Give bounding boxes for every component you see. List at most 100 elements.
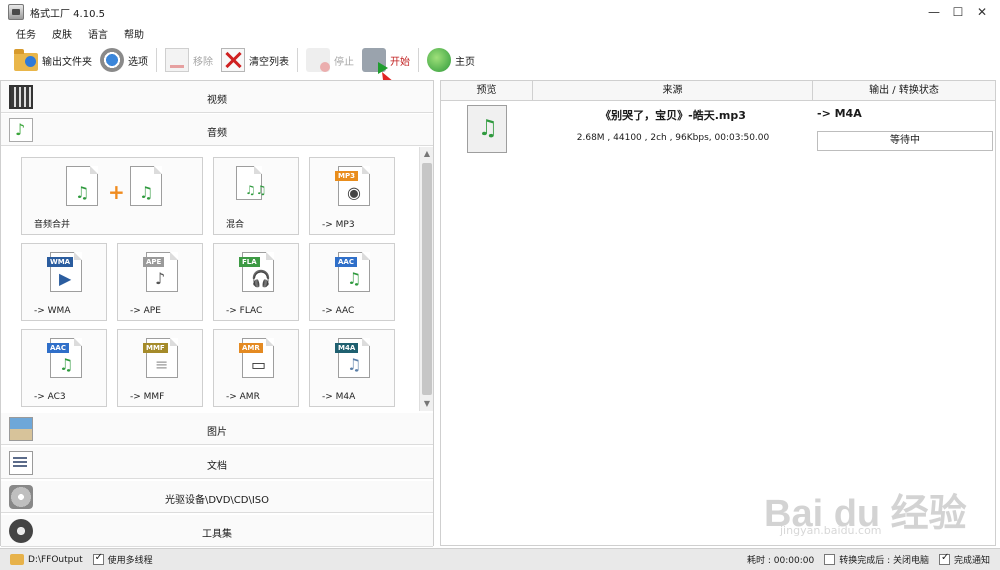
- column-source[interactable]: 来源: [533, 81, 813, 100]
- start-label: 开始: [390, 56, 410, 68]
- window-title: 格式工厂 4.10.5: [30, 8, 105, 20]
- clear-list-button[interactable]: 清空列表: [217, 46, 293, 74]
- m4a-file-icon: M4A ♫: [335, 338, 370, 378]
- output-format: -> M4A: [817, 107, 862, 120]
- home-button[interactable]: 主页: [423, 46, 479, 74]
- category-video-label: 视频: [207, 95, 227, 106]
- tile-label: -> MMF: [130, 392, 165, 402]
- tile-label: 混合: [226, 220, 245, 230]
- menu-help[interactable]: 帮助: [116, 26, 152, 41]
- toolbar-divider: [297, 48, 298, 72]
- category-disc[interactable]: 光驱设备\DVD\CD\ISO: [1, 481, 433, 513]
- menu-language[interactable]: 语言: [80, 26, 116, 41]
- tile-label: -> AC3: [34, 392, 66, 402]
- wma-file-icon: WMA ▶: [47, 252, 82, 292]
- minimize-button[interactable]: —: [922, 2, 946, 22]
- toolbar-divider: [156, 48, 157, 72]
- category-tools[interactable]: 工具集: [1, 515, 433, 547]
- category-disc-label: 光驱设备\DVD\CD\ISO: [164, 495, 270, 506]
- tile-to-flac[interactable]: FLA 🎧 -> FLAC: [213, 243, 299, 321]
- tile-label: -> AMR: [226, 392, 260, 402]
- category-audio[interactable]: 音频: [1, 114, 433, 146]
- category-video[interactable]: 视频: [1, 81, 433, 113]
- options-label: 选项: [128, 56, 148, 68]
- ac3-file-icon: AAC ♫: [47, 338, 82, 378]
- amr-file-icon: AMR ▭: [239, 338, 274, 378]
- folder-icon: [14, 49, 38, 71]
- mix-icon: ♫♫: [236, 166, 267, 200]
- menu-bar: 任务 皮肤 语言 帮助: [8, 24, 152, 42]
- tile-label: -> M4A: [322, 392, 356, 402]
- multithread-checkbox[interactable]: [92, 552, 104, 565]
- maximize-button[interactable]: ☐: [946, 2, 970, 22]
- tile-to-aac[interactable]: AAC ♫ -> AAC: [309, 243, 395, 321]
- plus-icon: +: [108, 180, 125, 204]
- home-label: 主页: [455, 56, 475, 68]
- scrollbar-thumb[interactable]: [422, 163, 432, 395]
- baidu-watermark-url: jingyan.baidu.com: [780, 524, 882, 537]
- ape-file-icon: APE ♪: [143, 252, 178, 292]
- clear-list-label: 清空列表: [249, 56, 289, 68]
- audio-tool-grid: ♫ + ♫ 音频合并 ♫♫ 混合 MP3 ◉ -> MP3 WMA ▶ -> WMA…: [1, 147, 419, 411]
- after-done-label: 转换完成后 : 关闭电脑: [839, 556, 929, 566]
- column-preview[interactable]: 预览: [441, 81, 533, 100]
- multithread-label: 使用多线程: [107, 556, 153, 566]
- status-bar: D:\FFOutput 使用多线程 耗时 : 00:00:00 转换完成后 : …: [0, 548, 1000, 570]
- notify-checkbox[interactable]: [938, 552, 950, 565]
- tile-to-m4a[interactable]: M4A ♫ -> M4A: [309, 329, 395, 407]
- aac-file-icon: AAC ♫: [335, 252, 370, 292]
- mmf-file-icon: MMF ≡: [143, 338, 178, 378]
- music-file-icon: ♫: [130, 166, 162, 206]
- toolbar-divider: [418, 48, 419, 72]
- scroll-down-arrow-icon[interactable]: ▼: [422, 399, 432, 409]
- tile-to-amr[interactable]: AMR ▭ -> AMR: [213, 329, 299, 407]
- output-folder-button[interactable]: 输出文件夹: [10, 46, 96, 74]
- stop-button[interactable]: 停止: [302, 46, 358, 74]
- close-button[interactable]: ✕: [970, 2, 994, 22]
- music-file-thumbnail-icon: ♫: [467, 105, 507, 153]
- gear-icon: [100, 48, 124, 72]
- window-controls: — ☐ ✕: [922, 2, 994, 22]
- tile-mix[interactable]: ♫♫ 混合: [213, 157, 299, 235]
- tile-to-mp3[interactable]: MP3 ◉ -> MP3: [309, 157, 395, 235]
- options-button[interactable]: 选项: [96, 46, 152, 74]
- tile-label: -> AAC: [322, 306, 355, 316]
- output-path[interactable]: D:\FFOutput: [28, 555, 83, 565]
- category-document-label: 文档: [207, 461, 227, 472]
- source-file-name: 《别哭了，宝贝》-皓天.mp3: [600, 109, 746, 122]
- tool-grid-scrollbar[interactable]: ▲ ▼: [419, 147, 433, 411]
- task-list-panel: 预览 来源 输出 / 转换状态 ♫ 《别哭了，宝贝》-皓天.mp3 2.68M …: [440, 80, 996, 546]
- status-badge[interactable]: 等待中: [817, 131, 993, 151]
- mp3-file-icon: MP3 ◉: [335, 166, 370, 206]
- category-audio-label: 音频: [207, 128, 227, 139]
- tile-to-mmf[interactable]: MMF ≡ -> MMF: [117, 329, 203, 407]
- scroll-up-arrow-icon[interactable]: ▲: [422, 149, 432, 159]
- after-done-checkbox[interactable]: [824, 554, 836, 565]
- category-picture-label: 图片: [207, 427, 227, 438]
- category-picture[interactable]: 图片: [1, 413, 433, 445]
- title-bar: 格式工厂 4.10.5 — ☐ ✕: [0, 0, 1000, 24]
- category-panel: 视频 音频 ♫ + ♫ 音频合并 ♫♫ 混合 MP3◉ -> MP3 WMA▶: [0, 80, 434, 547]
- tile-label: -> APE: [130, 306, 161, 316]
- tile-to-ac3[interactable]: AAC ♫ -> AC3: [21, 329, 107, 407]
- folder-icon: [10, 554, 24, 565]
- stop-icon: [306, 48, 330, 72]
- tile-label: -> MP3: [322, 220, 355, 230]
- tile-to-ape[interactable]: APE ♪ -> APE: [117, 243, 203, 321]
- toolbar: 输出文件夹 选项 移除 清空列表 停止 开始 主页: [0, 44, 1000, 76]
- tile-to-wma[interactable]: WMA ▶ -> WMA: [21, 243, 107, 321]
- tile-audio-merge[interactable]: ♫ + ♫ 音频合并: [21, 157, 203, 235]
- stop-label: 停止: [334, 56, 354, 68]
- globe-icon: [427, 48, 451, 72]
- remove-button[interactable]: 移除: [161, 46, 217, 74]
- output-folder-label: 输出文件夹: [42, 56, 92, 68]
- column-output-status[interactable]: 输出 / 转换状态: [813, 81, 995, 100]
- play-icon: [362, 48, 388, 74]
- flac-file-icon: FLA 🎧: [239, 252, 274, 292]
- menu-task[interactable]: 任务: [8, 26, 44, 41]
- category-document[interactable]: 文档: [1, 447, 433, 479]
- table-row[interactable]: ♫ 《别哭了，宝贝》-皓天.mp3 2.68M , 44100 , 2ch , …: [441, 103, 995, 157]
- tile-label: -> FLAC: [226, 306, 263, 316]
- app-icon: [8, 4, 24, 20]
- menu-skin[interactable]: 皮肤: [44, 26, 80, 41]
